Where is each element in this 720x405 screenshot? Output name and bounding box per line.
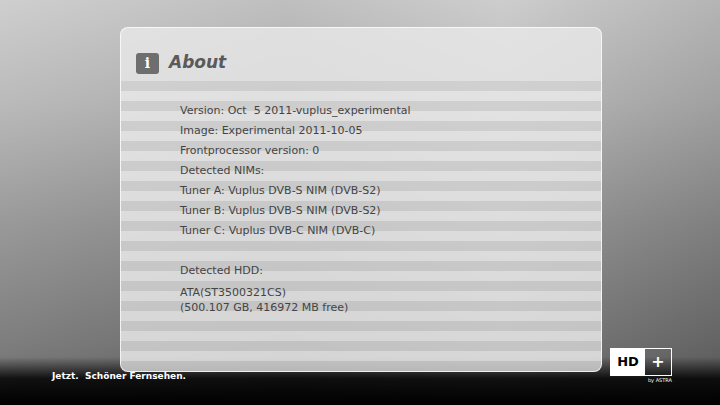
info-line: Image: Experimental 2011-10-05 [180, 121, 601, 141]
info-line: Tuner A: Vuplus DVB-S NIM (DVB-S2) [180, 181, 601, 201]
info-section: Version: Oct 5 2011-vuplus_experimentalI… [180, 101, 601, 241]
info-line: Detected NIMs: [180, 161, 601, 181]
logo-hd: HD [611, 349, 645, 375]
about-dialog: i About Version: Oct 5 2011-vuplus_exper… [120, 27, 602, 372]
info-section: ATA(ST3500321CS)(500.107 GB, 416972 MB f… [180, 285, 601, 315]
info-line: Version: Oct 5 2011-vuplus_experimental [180, 101, 601, 121]
info-list: Version: Oct 5 2011-vuplus_experimentalI… [121, 81, 601, 371]
info-section: Detected HDD: [180, 261, 601, 281]
info-line: ATA(ST3500321CS) [180, 285, 601, 300]
dialog-header: i About [121, 28, 601, 81]
logo-sub: by ASTRA [648, 378, 672, 383]
info-icon: i [136, 53, 159, 74]
info-line: Detected HDD: [180, 261, 601, 281]
hdplus-logo: HD + by ASTRA [610, 348, 672, 383]
slogan: Jetzt. Schöner Fernsehen. [52, 372, 186, 381]
info-line: Frontprocessor version: 0 [180, 141, 601, 161]
info-line: (500.107 GB, 416972 MB free) [180, 300, 601, 315]
dialog-title: About [169, 50, 226, 76]
info-line: Tuner B: Vuplus DVB-S NIM (DVB-S2) [180, 201, 601, 221]
info-line: Tuner C: Vuplus DVB-C NIM (DVB-C) [180, 221, 601, 241]
logo-plus: + [645, 349, 671, 375]
